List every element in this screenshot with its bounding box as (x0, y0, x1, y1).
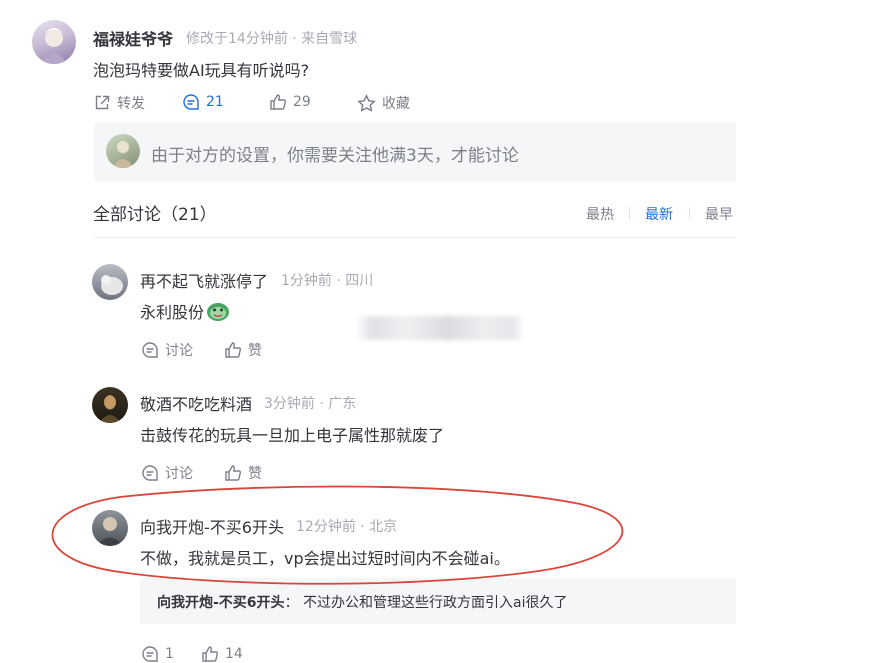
highlight-ellipse (51, 485, 624, 585)
